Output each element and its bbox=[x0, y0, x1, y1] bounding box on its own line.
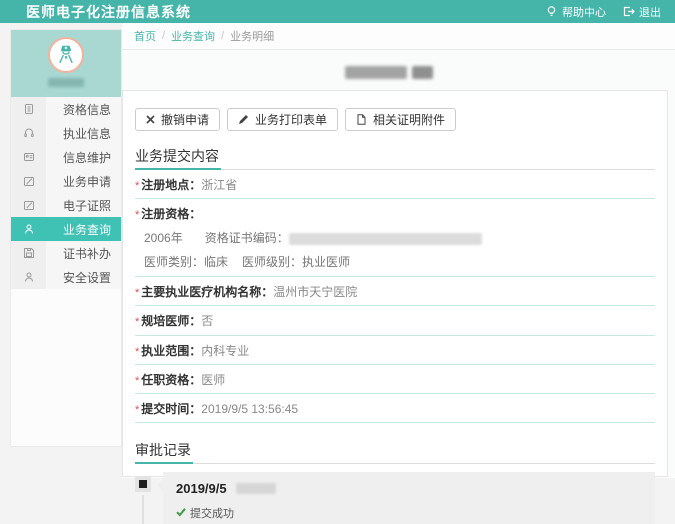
field-value: 医师 bbox=[201, 373, 225, 387]
field-practice-scope: *执业范围：内科专业 bbox=[135, 336, 655, 365]
approval-record-date: 2019/9/5 bbox=[176, 481, 645, 496]
sidebar-item-info-maintenance[interactable]: 信息维护 bbox=[11, 145, 121, 169]
header-actions: 帮助中心 退出 bbox=[545, 4, 661, 20]
user-profile-block bbox=[11, 30, 121, 97]
toolbar: 撤销申请 业务打印表单 相关证明附件 bbox=[135, 108, 655, 131]
redacted-block bbox=[345, 66, 407, 79]
sidebar-item-business-query[interactable]: 业务查询 bbox=[11, 217, 121, 241]
field-value: 温州市天宁医院 bbox=[273, 285, 357, 299]
qualification-cert-line: 2006年资格证书编码： bbox=[144, 231, 655, 245]
submission-section-header: 业务提交内容 bbox=[135, 149, 655, 170]
sidebar-item-electronic-license[interactable]: 电子证照 bbox=[11, 193, 121, 217]
timeline-line bbox=[142, 495, 144, 524]
sidebar-item-certificate-reissue[interactable]: 证书补办 bbox=[11, 241, 121, 265]
license-icon bbox=[11, 193, 46, 217]
field-submit-time: *提交时间：2019/9/5 13:56:45 bbox=[135, 394, 655, 423]
user-icon bbox=[11, 265, 46, 289]
print-form-button[interactable]: 业务打印表单 bbox=[227, 108, 338, 131]
sidebar-item-qualification-info[interactable]: 资格信息 bbox=[11, 97, 121, 121]
field-value: 内科专业 bbox=[201, 344, 249, 358]
redacted-page-title bbox=[345, 66, 433, 79]
redacted-certificate-number bbox=[289, 233, 482, 245]
check-icon bbox=[176, 507, 186, 520]
approval-section-header: 审批记录 bbox=[135, 443, 655, 464]
help-center-label: 帮助中心 bbox=[562, 4, 606, 20]
lightbulb-icon bbox=[545, 5, 558, 18]
help-center-link[interactable]: 帮助中心 bbox=[545, 4, 606, 20]
attachments-button[interactable]: 相关证明附件 bbox=[345, 108, 456, 131]
logout-icon bbox=[622, 5, 635, 18]
revoke-application-button[interactable]: 撤销申请 bbox=[135, 108, 220, 131]
avatar bbox=[48, 37, 84, 73]
field-post-qualification: *任职资格：医师 bbox=[135, 365, 655, 394]
breadcrumb-section[interactable]: 业务查询 bbox=[171, 28, 215, 44]
breadcrumb-home[interactable]: 首页 bbox=[134, 28, 156, 44]
edit-form-icon bbox=[11, 169, 46, 193]
field-value: 浙江省 bbox=[201, 178, 237, 192]
app-header: 医师电子化注册信息系统 帮助中心 退出 bbox=[0, 0, 675, 23]
field-registration-qualification: *注册资格： 2006年资格证书编码： 医师类别：临床医师级别：执业医师 bbox=[135, 199, 655, 277]
file-icon bbox=[356, 114, 367, 125]
id-card-icon bbox=[11, 145, 46, 169]
submission-section-title: 业务提交内容 bbox=[135, 149, 221, 170]
approval-record-card: 2019/9/5 提交成功 bbox=[163, 472, 655, 524]
pencil-icon bbox=[238, 114, 249, 125]
field-registration-location: *注册地点：浙江省 bbox=[135, 170, 655, 199]
app-title: 医师电子化注册信息系统 bbox=[26, 2, 191, 22]
field-main-practice-org: *主要执业医疗机构名称：温州市天宁医院 bbox=[135, 277, 655, 306]
document-icon bbox=[11, 97, 46, 121]
floppy-icon bbox=[11, 241, 46, 265]
approval-record-status: 提交成功 bbox=[176, 505, 645, 521]
timeline-marker-icon bbox=[135, 476, 151, 492]
breadcrumb: 首页 / 业务查询 / 业务明细 bbox=[122, 23, 675, 50]
logout-label: 退出 bbox=[639, 4, 661, 20]
logout-link[interactable]: 退出 bbox=[622, 4, 661, 20]
approval-timeline: 2019/9/5 提交成功 bbox=[135, 472, 655, 524]
redacted-record-detail bbox=[236, 483, 276, 494]
timeline-rail bbox=[135, 472, 151, 524]
detail-panel: 撤销申请 业务打印表单 相关证明附件 业务提交内容 *注册地点：浙江省 *注册资… bbox=[122, 90, 668, 477]
field-value: 否 bbox=[201, 314, 213, 328]
redacted-block bbox=[412, 66, 433, 79]
field-value: 2019/9/5 13:56:45 bbox=[201, 402, 298, 416]
qualification-class-line: 医师类别：临床医师级别：执业医师 bbox=[144, 255, 655, 269]
redacted-user-name bbox=[48, 78, 84, 87]
breadcrumb-current: 业务明细 bbox=[230, 28, 274, 44]
x-icon bbox=[146, 115, 155, 124]
sidebar-item-practice-info[interactable]: 执业信息 bbox=[11, 121, 121, 145]
breadcrumb-separator: / bbox=[162, 30, 165, 42]
sidebar-item-security-settings[interactable]: 安全设置 bbox=[11, 265, 121, 289]
approval-section-title: 审批记录 bbox=[135, 443, 193, 464]
sidebar: 资格信息 执业信息 信息维护 业务申请 电子证照 业务查询 证书补办 bbox=[10, 29, 122, 447]
sidebar-item-business-application[interactable]: 业务申请 bbox=[11, 169, 121, 193]
headset-icon bbox=[11, 121, 46, 145]
field-trainee-doctor: *规培医师：否 bbox=[135, 306, 655, 335]
breadcrumb-separator: / bbox=[221, 30, 224, 42]
person-icon bbox=[11, 217, 46, 241]
